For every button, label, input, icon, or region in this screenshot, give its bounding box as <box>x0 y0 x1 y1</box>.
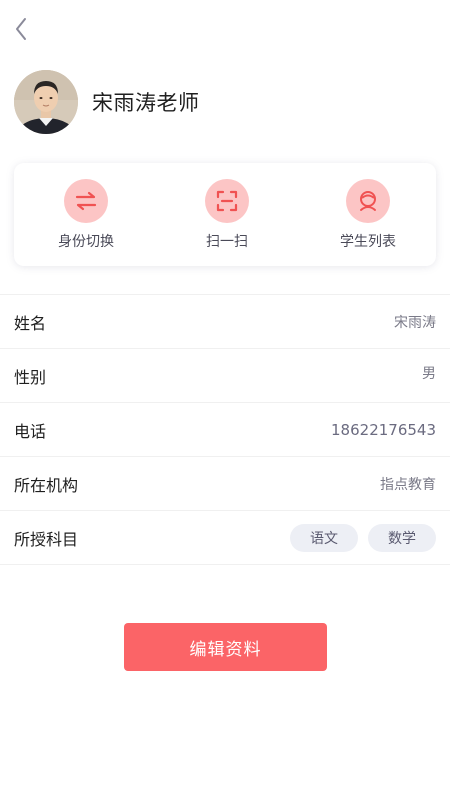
info-label: 姓名 <box>14 313 47 333</box>
info-value: 宋雨涛 <box>394 314 436 331</box>
swap-arrows-icon <box>75 191 97 210</box>
action-icon-circle <box>205 178 249 223</box>
scan-frame-icon <box>216 190 238 211</box>
student-avatar-icon <box>360 190 376 211</box>
scan-button[interactable]: 扫一扫 <box>177 178 277 251</box>
switch-identity-button[interactable]: 身份切换 <box>36 178 136 251</box>
teacher-portrait-photo <box>14 70 78 134</box>
subject-tag: 数学 <box>368 523 436 552</box>
avatar[interactable] <box>14 70 78 134</box>
subject-tag: 语文 <box>290 523 358 552</box>
chevron-left-icon <box>16 18 26 40</box>
info-value: 男 <box>422 365 436 382</box>
action-icon-circle <box>346 178 390 223</box>
info-value: 指点教育 <box>380 476 436 493</box>
action-icon-circle <box>64 178 108 223</box>
back-button[interactable] <box>8 14 34 44</box>
info-value: 18622176543 <box>331 420 436 439</box>
profile-header: 宋雨涛老师 <box>14 70 200 134</box>
profile-info-list: 姓名 宋雨涛 性别 男 电话 18622176543 所在机构 指点教育 所授科… <box>0 294 450 565</box>
quick-actions-card: 身份切换 扫一扫 学生列表 <box>14 163 436 266</box>
teacher-name: 宋雨涛老师 <box>92 91 200 115</box>
info-label: 电话 <box>14 421 47 441</box>
action-label: 身份切换 <box>58 233 114 250</box>
info-row-subjects: 所授科目 语文 数学 <box>0 511 450 565</box>
info-row-organization: 所在机构 指点教育 <box>0 457 450 511</box>
edit-profile-button[interactable]: 编辑资料 <box>124 623 327 671</box>
action-label: 学生列表 <box>340 233 396 250</box>
info-row-name: 姓名 宋雨涛 <box>0 295 450 349</box>
info-row-gender: 性别 男 <box>0 349 450 403</box>
info-label: 性别 <box>14 367 47 387</box>
info-row-phone: 电话 18622176543 <box>0 403 450 457</box>
action-label: 扫一扫 <box>206 233 248 250</box>
subject-tags: 语文 数学 <box>280 523 436 552</box>
info-label: 所授科目 <box>14 529 79 549</box>
info-label: 所在机构 <box>14 475 79 495</box>
student-list-button[interactable]: 学生列表 <box>318 178 418 251</box>
